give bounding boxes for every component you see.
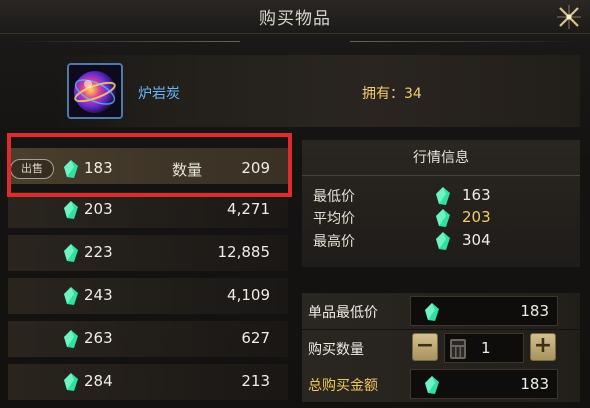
quantity-value: 1 (481, 339, 491, 357)
green-gem-icon (64, 373, 78, 391)
increase-quantity-button[interactable]: + (530, 333, 556, 361)
total-row: 总购买金额 183 (302, 366, 580, 402)
window-title: 购买物品 (259, 9, 331, 29)
total-amount-field: 183 (410, 369, 558, 399)
market-info-panel: 行情信息 最低价 163 平均价 203 最高价 304 (302, 140, 580, 267)
green-gem-icon (436, 187, 450, 205)
listing-price: 223 (84, 243, 113, 261)
listing-price: 284 (84, 372, 113, 390)
purchase-quantity-label: 购买数量 (308, 342, 364, 358)
quantity-input[interactable]: 1 (444, 333, 524, 363)
title-divider-left (10, 41, 240, 42)
item-header (55, 55, 580, 127)
listing-row[interactable]: 243 4,109 (8, 276, 288, 316)
listing-quantity: 213 (241, 372, 270, 390)
market-info-heading: 行情信息 (302, 140, 580, 176)
close-icon[interactable] (554, 2, 584, 32)
decrease-quantity-button[interactable]: − (412, 333, 438, 361)
green-gem-icon (64, 287, 78, 305)
listing-price: 263 (84, 329, 113, 347)
green-gem-icon (436, 209, 450, 227)
total-amount-value: 183 (520, 375, 549, 393)
selected-row-highlight (7, 133, 292, 197)
owned-count: 拥有：34 (362, 86, 422, 102)
listing-quantity: 4,271 (227, 200, 270, 218)
listing-price: 203 (84, 200, 113, 218)
green-gem-icon (436, 232, 450, 250)
listing-row[interactable]: 223 12,885 (8, 233, 288, 273)
unit-price-row: 单品最低价 183 (302, 293, 580, 329)
unit-price-label: 单品最低价 (308, 305, 378, 321)
green-gem-icon (425, 376, 439, 394)
quantity-row: 购买数量 − 1 + (302, 330, 580, 366)
green-gem-icon (425, 303, 439, 321)
highest-price-label: 最高价 (313, 234, 355, 250)
lava-coal-item-icon (67, 63, 123, 119)
unit-price-field: 183 (410, 296, 558, 326)
highest-price-value: 304 (462, 231, 491, 249)
green-gem-icon (64, 201, 78, 219)
green-gem-icon (64, 244, 78, 262)
listing-quantity: 4,109 (227, 286, 270, 304)
average-price-value: 203 (462, 208, 491, 226)
listing-quantity: 627 (241, 329, 270, 347)
total-amount-label: 总购买金额 (308, 378, 378, 394)
green-gem-icon (64, 330, 78, 348)
listing-quantity: 12,885 (217, 243, 271, 261)
lowest-price-value: 163 (462, 186, 491, 204)
title-bar: 购买物品 (0, 0, 590, 34)
average-price-label: 平均价 (313, 211, 355, 227)
item-name: 炉岩炭 (138, 86, 180, 102)
title-divider-right (350, 41, 580, 42)
unit-price-value: 183 (520, 302, 549, 320)
listing-row[interactable]: 263 627 (8, 319, 288, 359)
purchase-item-window: 购买物品 炉岩炭 拥有：34 出售 183 数量 209 203 4,271 2… (0, 0, 590, 408)
lowest-price-label: 最低价 (313, 189, 355, 205)
listing-price: 243 (84, 286, 113, 304)
listing-row[interactable]: 284 213 (8, 362, 288, 402)
calculator-icon[interactable] (450, 339, 466, 359)
